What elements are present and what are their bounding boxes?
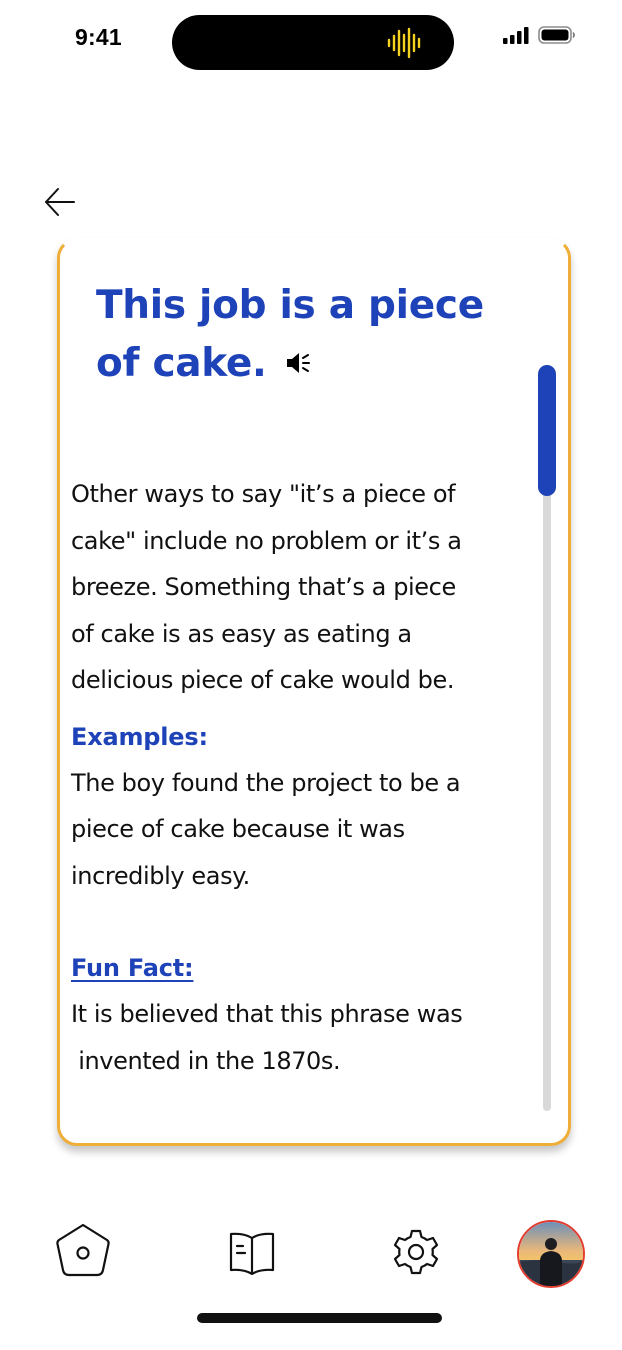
battery-icon	[538, 26, 575, 44]
nav-home-button[interactable]	[55, 1222, 111, 1282]
home-icon	[56, 1223, 110, 1277]
profile-avatar[interactable]	[517, 1220, 585, 1288]
arrow-left-icon	[45, 188, 75, 216]
play-audio-button[interactable]	[284, 349, 314, 377]
description-line: delicious piece of cake would be.	[71, 666, 455, 694]
idiom-card: This job is a piece of cake. Other ways …	[57, 238, 571, 1146]
idiom-description: Other ways to say "it’s a piece of cake"…	[71, 471, 531, 704]
sound-wave-icon	[387, 27, 421, 59]
description-line: cake" include no problem or it’s a	[71, 526, 462, 555]
fun-fact-link[interactable]: Fun Fact:	[71, 945, 531, 991]
examples-heading: Examples:	[71, 722, 208, 751]
fun-fact-line: invented in the 1870s.	[71, 1046, 341, 1075]
nav-settings-button[interactable]	[392, 1228, 440, 1280]
description-line: breeze. Something that’s a piece	[71, 573, 456, 601]
idiom-title-line1: This job is a piece	[96, 283, 484, 328]
idiom-title-line2: of cake.	[96, 341, 267, 386]
examples-text: The boy found the project to be a piece …	[71, 760, 531, 900]
example-line: piece of cake because it was	[71, 815, 405, 843]
description-line: of cake is as easy as eating a	[71, 619, 412, 648]
fun-fact-line: It is believed that this phrase was	[71, 1000, 463, 1028]
book-icon	[229, 1232, 275, 1276]
status-time: 9:41	[75, 24, 122, 50]
cellular-signal-icon	[503, 26, 529, 44]
speaker-icon	[287, 353, 310, 373]
example-line: incredibly easy.	[71, 861, 250, 890]
scrollbar-thumb[interactable]	[538, 365, 556, 496]
fun-fact-text: It is believed that this phrase was inve…	[71, 991, 531, 1084]
home-indicator	[197, 1313, 442, 1323]
status-icons	[503, 26, 576, 44]
profile-photo	[519, 1222, 583, 1286]
description-line: Other ways to say "it’s a piece of	[71, 480, 456, 508]
example-line: The boy found the project to be a	[71, 768, 461, 797]
nav-library-button[interactable]	[228, 1230, 276, 1280]
back-button[interactable]	[40, 184, 80, 220]
settings-gear-icon	[393, 1229, 439, 1275]
dynamic-island	[172, 15, 454, 70]
idiom-content: Other ways to say "it’s a piece of cake"…	[71, 471, 531, 1084]
